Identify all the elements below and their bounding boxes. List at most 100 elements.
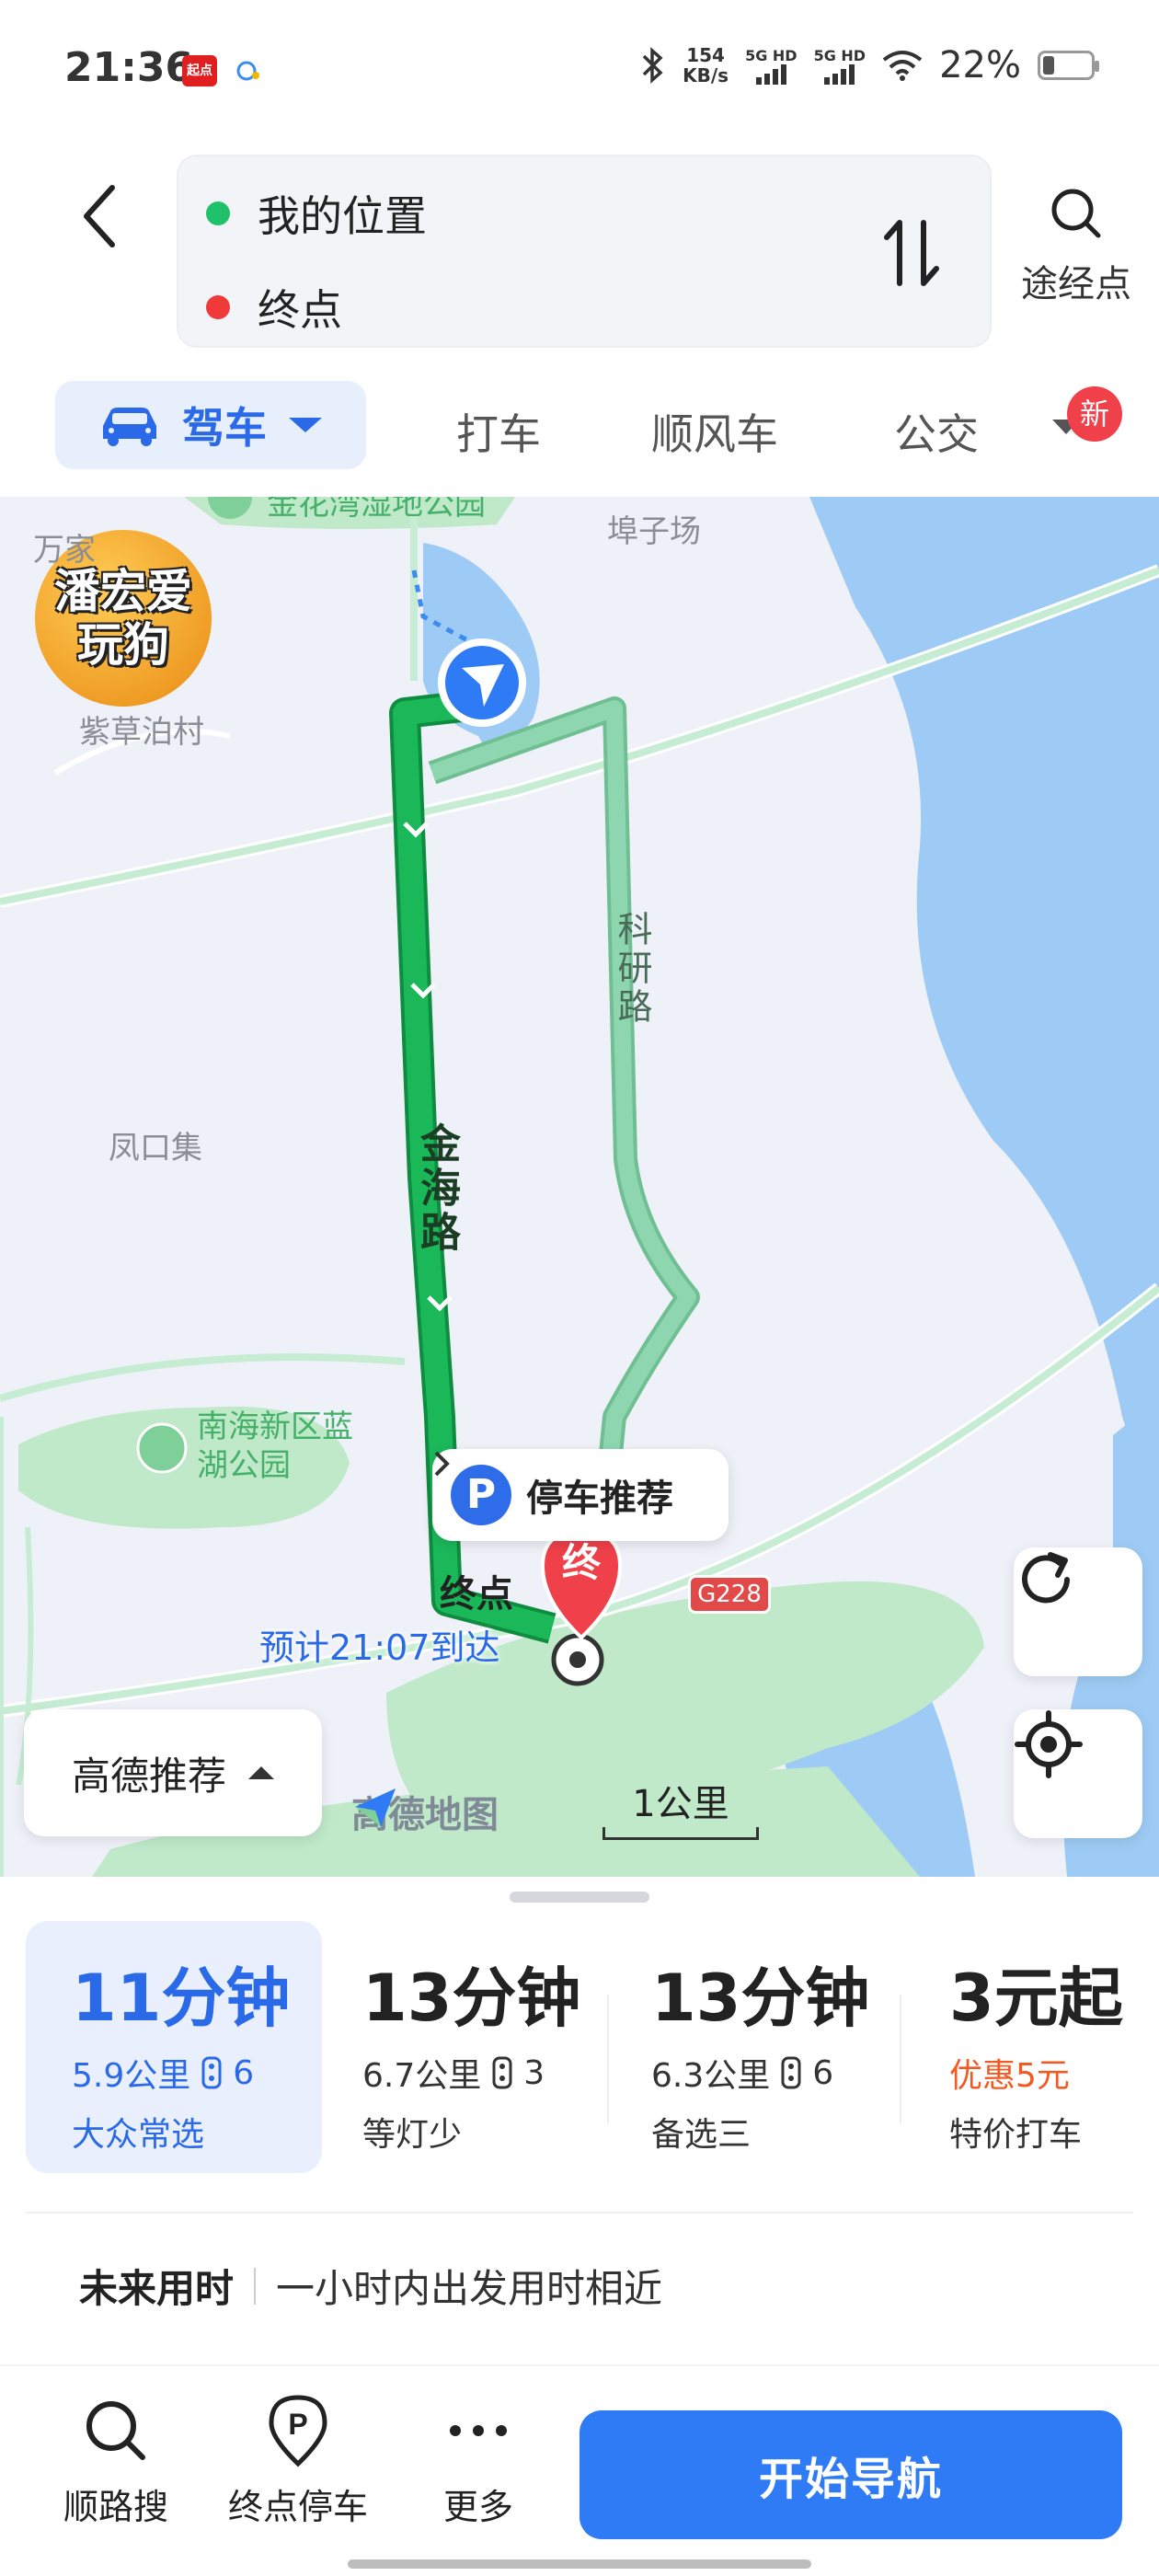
parking-pin-icon: P (269, 2395, 327, 2467)
future-title: 未来用时 (79, 2266, 235, 2311)
car-icon (103, 408, 156, 446)
along-route-search-button[interactable]: 顺路搜 (42, 2394, 189, 2529)
destination-dot-icon (206, 295, 230, 319)
tab-drive[interactable]: 驾车 (55, 381, 366, 469)
wifi-icon (882, 51, 923, 81)
eta-label: 预计21:07到达 (259, 1627, 500, 1668)
destination-field[interactable]: 终点 (206, 270, 342, 344)
signal-sim2-icon: 5G HD (814, 47, 866, 85)
label-wanjia: 万家 (33, 532, 96, 569)
label-fengkouji: 凤口集 (109, 1130, 202, 1167)
map-scale-bar (602, 1827, 759, 1840)
locate-button[interactable] (1014, 1709, 1142, 1838)
refresh-icon (1022, 1552, 1070, 1604)
origin-field[interactable]: 我的位置 (206, 177, 427, 250)
route-preference-button[interactable]: 高德推荐 (24, 1709, 322, 1836)
status-icons: 154 KB/s 5G HD 5G HD 22% (640, 44, 1099, 86)
route-option-1[interactable]: 11分钟 5.9公里 6 大众常选 (26, 1921, 322, 2173)
travel-mode-tabs: 驾车 打车 顺风车 公交 新 (0, 377, 1159, 478)
more-button[interactable]: 更多 (405, 2394, 552, 2529)
brand-logo: 高德地图 (351, 1785, 499, 1838)
traffic-light-icon (492, 2056, 512, 2089)
origin-dot-icon (206, 201, 230, 225)
more-dots-icon (450, 2425, 507, 2436)
destination-parking-button[interactable]: P 终点停车 (224, 2394, 372, 2529)
back-arrow-icon[interactable] (72, 175, 127, 258)
parking-recommend-label: 停车推荐 (526, 1478, 673, 1520)
map-canvas (0, 497, 1159, 1877)
route-input-box: 我的位置 终点 (177, 155, 992, 348)
route-tag: 特价打车 (949, 2116, 1083, 2154)
new-badge: 新 (1067, 386, 1122, 442)
swap-route-icon[interactable] (879, 212, 944, 294)
destination-text: 终点 (258, 285, 342, 335)
route-info: 6.7公里 3 (362, 2049, 614, 2097)
bluetooth-icon (642, 47, 663, 84)
route-time: 11分钟 (72, 1961, 291, 2036)
sheet-divider (26, 2212, 1133, 2214)
route-distance: 6.3公里 (651, 2057, 771, 2095)
parking-icon: P (451, 1465, 511, 1525)
route-divider (607, 1995, 609, 2123)
route-divider (900, 1995, 901, 2123)
map-scale-label: 1公里 (632, 1783, 729, 1825)
taxi-option[interactable]: 3元起 优惠5元 特价打车 (909, 1921, 1133, 2173)
tab-taxi[interactable]: 打车 (456, 401, 541, 462)
taxi-price: 3元起 (949, 1961, 1123, 2036)
route-header: 我的位置 终点 途经点 驾车 打车 顺风车 公交 新 (0, 147, 1159, 497)
along-route-search-label: 顺路搜 (63, 2487, 168, 2527)
label-park-top: 金花湾湿地公园 (267, 497, 486, 523)
home-indicator[interactable] (348, 2559, 811, 2569)
parking-recommend-button[interactable]: P 停车推荐 (432, 1449, 729, 1541)
route-tag: 大众常选 (72, 2116, 205, 2154)
chevron-down-icon (289, 418, 322, 432)
route-time: 13分钟 (651, 1961, 870, 2036)
status-bar: 21:36 起点 154 KB/s 5G HD 5G HD 22% (0, 0, 1159, 147)
label-fuzichang: 埠子场 (607, 513, 701, 550)
start-navigation-button[interactable]: 开始导航 (580, 2410, 1122, 2539)
net-speed: 154 KB/s (683, 44, 729, 86)
battery-icon (1038, 51, 1099, 80)
road-name-side: 科研路 (612, 911, 652, 1027)
caret-up-icon (248, 1766, 274, 1779)
status-time: 21:36 (64, 44, 194, 91)
signal-sim1-icon: 5G HD (745, 47, 798, 85)
road-name-main: 金海路 (413, 1122, 460, 1255)
search-icon (86, 2401, 145, 2460)
route-distance: 5.9公里 (72, 2057, 191, 2095)
route-option-3[interactable]: 13分钟 6.3公里 6 备选三 (614, 1921, 909, 2173)
route-distance: 6.7公里 (362, 2057, 482, 2095)
future-description: 一小时内出发用时相近 (276, 2266, 663, 2311)
tab-rideshare[interactable]: 顺风车 (651, 401, 778, 462)
app-notification-icon: 起点 (182, 55, 217, 86)
locate-icon (1015, 1710, 1083, 1778)
via-point-label: 途经点 (1021, 263, 1131, 305)
taxi-discount-row: 优惠5元 (949, 2049, 1133, 2097)
battery-percent: 22% (939, 44, 1021, 86)
tab-transit[interactable]: 公交 (894, 401, 979, 462)
sheet-drag-handle[interactable] (510, 1892, 649, 1903)
future-separator (254, 2267, 257, 2305)
via-point-button[interactable]: 途经点 (1012, 184, 1141, 307)
route-lights: 6 (233, 2053, 255, 2092)
taxi-discount: 优惠5元 (949, 2057, 1070, 2095)
map-view[interactable]: 潘宏爱玩狗 金花湾湿地公园 埠子场 万家 紫草泊村 凤口集 南海新区蓝湖公园 金… (0, 497, 1159, 1877)
origin-text: 我的位置 (258, 191, 427, 241)
route-tag: 等灯少 (362, 2116, 463, 2154)
route-option-2[interactable]: 13分钟 6.7公里 3 等灯少 (322, 1921, 614, 2173)
traffic-light-icon (201, 2056, 222, 2089)
tab-drive-label: 驾车 (182, 403, 267, 453)
label-zicaobo: 紫草泊村 (79, 714, 204, 751)
cloud-notification-icon (236, 61, 259, 81)
route-info: 5.9公里 6 (72, 2049, 322, 2097)
highway-shield: G228 (688, 1575, 771, 1614)
route-lights: 3 (523, 2053, 545, 2092)
end-marker-text: 终 (561, 1540, 601, 1585)
route-preference-label: 高德推荐 (71, 1753, 226, 1799)
refresh-button[interactable] (1014, 1547, 1142, 1676)
map-scale: 1公里 (602, 1774, 759, 1840)
future-duration-row[interactable]: 未来用时 一小时内出发用时相近 (79, 2258, 662, 2314)
route-lights: 6 (812, 2053, 834, 2092)
route-planning-screen: 21:36 起点 154 KB/s 5G HD 5G HD 22% 我的位置 终… (0, 0, 1159, 2576)
end-point-label: 终点 (440, 1573, 513, 1616)
